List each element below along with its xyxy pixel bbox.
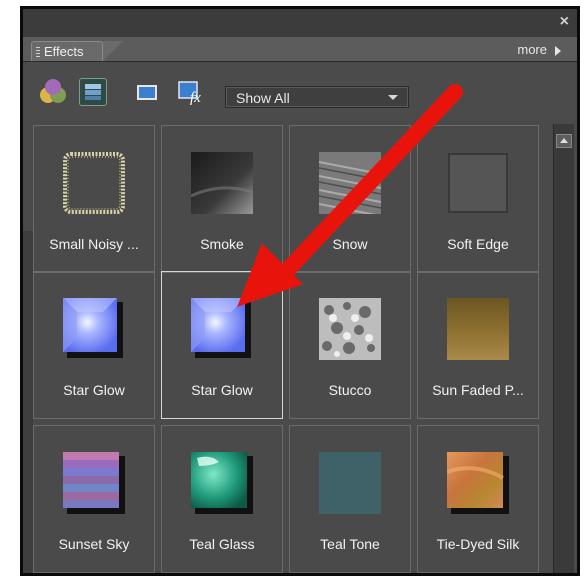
- effect-label: Star Glow: [191, 382, 253, 398]
- more-menu-button[interactable]: more: [517, 42, 561, 57]
- chevron-down-icon: [388, 95, 398, 100]
- grip-icon[interactable]: [36, 47, 40, 57]
- svg-text:fx: fx: [190, 90, 201, 106]
- effect-tile[interactable]: Sun Faded P...: [417, 271, 539, 419]
- teal-glass-thumbnail: [191, 452, 253, 514]
- grid-left-edge: [23, 231, 33, 573]
- effect-tile[interactable]: Snow: [289, 125, 411, 273]
- effect-label: Teal Glass: [189, 536, 255, 552]
- effects-panel: × Effects more fx Show All Small Noisy .…: [20, 6, 580, 576]
- effect-tile[interactable]: Star Glow: [161, 271, 283, 419]
- effect-label: Tie-Dyed Silk: [436, 536, 520, 552]
- more-label: more: [517, 42, 547, 57]
- smoke-thumbnail: [190, 152, 254, 214]
- sunset-sky-thumbnail: [63, 452, 125, 514]
- effect-label: Star Glow: [63, 382, 125, 398]
- panel-titlebar: ×: [23, 9, 577, 37]
- effect-tile[interactable]: Tie-Dyed Silk: [417, 425, 539, 573]
- show-filter-value: Show All: [236, 90, 290, 106]
- effect-tile[interactable]: Stucco: [289, 271, 411, 419]
- effect-tile[interactable]: Teal Glass: [161, 425, 283, 573]
- sun-faded-thumbnail: [447, 298, 509, 360]
- teal-tone-thumbnail: [319, 452, 381, 514]
- snow-thumbnail: [318, 152, 382, 217]
- close-icon[interactable]: ×: [560, 13, 569, 31]
- effect-label: Teal Tone: [320, 536, 380, 552]
- effect-tile[interactable]: Sunset Sky: [33, 425, 155, 573]
- more-arrow-icon: [555, 45, 561, 56]
- effect-label: Stucco: [328, 382, 372, 398]
- tab-effects[interactable]: Effects: [31, 41, 103, 61]
- effect-label: Sunset Sky: [58, 536, 130, 552]
- tie-dyed-thumbnail: [446, 452, 509, 514]
- effect-label: Soft Edge: [447, 236, 509, 252]
- effect-tile[interactable]: Smoke: [161, 125, 283, 273]
- tab-row: Effects more: [23, 37, 577, 62]
- soft-edge-thumbnail: [447, 152, 509, 214]
- star-glow-thumbnail: [63, 298, 125, 360]
- effects-toolbar: fx Show All: [23, 62, 577, 120]
- noisy-frame-thumbnail: [63, 152, 125, 214]
- photo-effects-icon[interactable]: [133, 78, 161, 106]
- tab-edge: [103, 41, 123, 61]
- effect-tile[interactable]: Soft Edge: [417, 125, 539, 273]
- scroll-up-arrow-icon[interactable]: [556, 134, 572, 148]
- effect-label: Sun Faded P...: [432, 382, 524, 398]
- effect-tile[interactable]: Star Glow: [33, 271, 155, 419]
- effect-label: Snow: [332, 236, 368, 252]
- layer-styles-icon[interactable]: [79, 78, 107, 106]
- effect-tile[interactable]: Small Noisy ...: [33, 125, 155, 273]
- stucco-thumbnail: [319, 298, 381, 360]
- star-glow-thumbnail: [191, 298, 253, 360]
- effect-tile[interactable]: Teal Tone: [289, 425, 411, 573]
- filters-icon[interactable]: [39, 78, 67, 106]
- effect-label: Small Noisy ...: [49, 236, 139, 252]
- fx-icon[interactable]: fx: [177, 78, 205, 106]
- tab-effects-label: Effects: [44, 44, 84, 59]
- vertical-scrollbar[interactable]: [553, 124, 574, 573]
- effect-label: Smoke: [200, 236, 244, 252]
- show-filter-select[interactable]: Show All: [225, 86, 409, 108]
